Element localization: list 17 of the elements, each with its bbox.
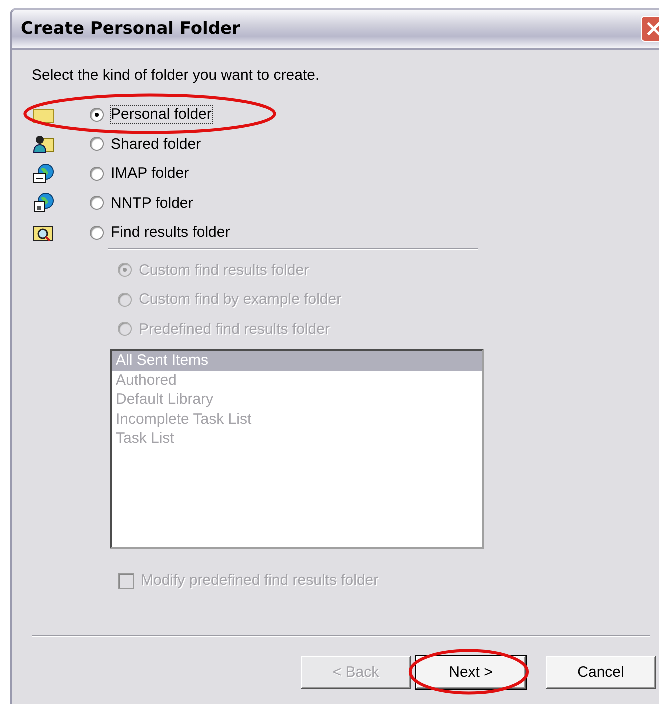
window-title: Create Personal Folder xyxy=(21,19,240,39)
dialog-button[interactable]: Cancel xyxy=(546,656,656,689)
instruction-text: Select the kind of folder you want to create. xyxy=(32,67,321,84)
radio-button[interactable] xyxy=(90,196,104,210)
close-icon xyxy=(647,22,659,36)
shared-folder-icon xyxy=(33,134,55,154)
radio-button[interactable] xyxy=(90,226,104,240)
radio-option[interactable]: IMAP folder xyxy=(90,165,190,182)
globe-mail-icon xyxy=(33,164,55,184)
dialog-button[interactable]: Next > xyxy=(416,656,526,689)
radio-option[interactable]: Find results folder xyxy=(90,224,230,242)
radio-option[interactable]: Shared folder xyxy=(90,136,202,153)
globe-document-icon xyxy=(33,193,55,214)
radio-button[interactable] xyxy=(90,137,104,152)
radio-button[interactable] xyxy=(90,166,104,181)
radio-button[interactable] xyxy=(90,108,104,122)
radio-option[interactable]: NNTP folder xyxy=(90,194,194,212)
